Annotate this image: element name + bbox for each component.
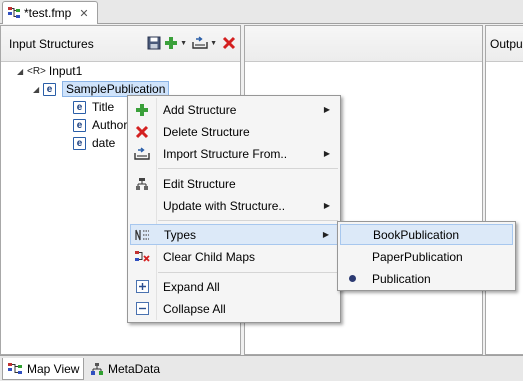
submenu-item-paperpublication[interactable]: PaperPublication bbox=[340, 246, 513, 267]
element-icon: e bbox=[73, 118, 86, 132]
menu-item-import-structure[interactable]: Import Structure From.. ▶ bbox=[130, 143, 338, 164]
panel-header: Outpu bbox=[486, 26, 523, 62]
menu-item-label: Publication bbox=[372, 271, 431, 286]
tab-metadata[interactable]: MetaData bbox=[86, 358, 164, 380]
collapse-arrow-icon[interactable]: ◢ bbox=[33, 85, 43, 94]
menu-separator bbox=[158, 272, 338, 273]
menu-item-add-structure[interactable]: Add Structure ▶ bbox=[130, 99, 338, 120]
tree-row-title[interactable]: e Title bbox=[73, 98, 114, 116]
delete-icon[interactable] bbox=[222, 36, 236, 50]
menu-item-label: PaperPublication bbox=[372, 249, 463, 264]
map-file-icon bbox=[8, 7, 20, 18]
panel-title: Outpu bbox=[490, 36, 523, 51]
close-icon[interactable]: ✕ bbox=[79, 7, 88, 20]
submenu-arrow-icon: ▶ bbox=[322, 230, 329, 239]
submenu-arrow-icon: ▶ bbox=[323, 201, 330, 210]
tree-label: date bbox=[92, 136, 116, 150]
edit-structure-icon bbox=[136, 177, 148, 190]
import-icon[interactable] bbox=[192, 36, 208, 50]
tree-row-date[interactable]: e date bbox=[73, 134, 115, 152]
types-submenu: BookPublication PaperPublication Publica… bbox=[337, 221, 516, 291]
submenu-arrow-icon: ▶ bbox=[323, 149, 330, 158]
tree-row-input1[interactable]: ◢ <R> Input1 bbox=[17, 62, 82, 80]
map-view-icon bbox=[8, 362, 22, 374]
panel-toolbar: ▼ ▼ bbox=[147, 36, 236, 50]
menu-item-update-with-structure[interactable]: Update with Structure.. ▶ bbox=[130, 195, 338, 216]
menu-item-label: Edit Structure bbox=[163, 176, 236, 191]
menu-item-label: Update with Structure.. bbox=[163, 198, 286, 213]
element-icon: e bbox=[73, 100, 86, 114]
collapse-all-icon bbox=[135, 302, 149, 315]
root-badge-icon: <R> bbox=[27, 65, 46, 77]
panel-title: Input Structures bbox=[9, 36, 94, 51]
tab-label: MetaData bbox=[108, 362, 161, 376]
add-icon bbox=[136, 103, 148, 116]
submenu-arrow-icon: ▶ bbox=[323, 105, 330, 114]
menu-item-label: BookPublication bbox=[373, 227, 460, 242]
chevron-down-icon[interactable]: ▼ bbox=[180, 40, 187, 47]
editor-tab-title: *test.fmp bbox=[24, 6, 72, 20]
menu-item-label: Expand All bbox=[163, 279, 220, 294]
element-icon: e bbox=[73, 136, 86, 150]
metadata-icon bbox=[91, 363, 103, 375]
bottom-tab-bar: Map View MetaData bbox=[0, 355, 523, 381]
menu-item-label: Delete Structure bbox=[163, 124, 250, 139]
delete-icon bbox=[135, 125, 149, 138]
editor-tab-strip: *test.fmp ✕ bbox=[0, 0, 523, 24]
chevron-down-icon[interactable]: ▼ bbox=[210, 40, 217, 47]
output-structures-panel: Outpu bbox=[485, 25, 523, 355]
menu-item-label: Add Structure bbox=[163, 102, 237, 117]
menu-item-label: Types bbox=[164, 227, 197, 242]
menu-separator bbox=[158, 220, 338, 221]
panel-header bbox=[245, 26, 482, 62]
menu-item-label: Clear Child Maps bbox=[163, 249, 256, 264]
tree-label: Input1 bbox=[48, 64, 83, 78]
add-icon[interactable] bbox=[164, 36, 178, 50]
editor-tab[interactable]: *test.fmp ✕ bbox=[2, 1, 98, 24]
submenu-item-bookpublication[interactable]: BookPublication bbox=[340, 224, 513, 245]
tree-label: Author bbox=[92, 118, 128, 132]
tab-map-view[interactable]: Map View bbox=[2, 358, 85, 380]
element-icon: e bbox=[43, 82, 56, 96]
submenu-item-publication[interactable]: Publication bbox=[340, 268, 513, 289]
menu-item-types[interactable]: Types ▶ bbox=[130, 224, 338, 245]
collapse-arrow-icon[interactable]: ◢ bbox=[17, 67, 27, 76]
menu-item-expand-all[interactable]: Expand All bbox=[130, 276, 338, 297]
menu-item-edit-structure[interactable]: Edit Structure bbox=[130, 173, 338, 194]
menu-separator bbox=[158, 168, 338, 169]
context-menu: Add Structure ▶ Delete Structure Import … bbox=[127, 95, 341, 323]
clear-maps-icon bbox=[135, 250, 150, 262]
radio-selected-icon bbox=[348, 275, 356, 282]
types-icon bbox=[135, 229, 149, 240]
expand-all-icon bbox=[135, 280, 149, 293]
menu-item-collapse-all[interactable]: Collapse All bbox=[130, 298, 338, 319]
menu-item-delete-structure[interactable]: Delete Structure bbox=[130, 121, 338, 142]
import-icon bbox=[134, 146, 150, 160]
tab-label: Map View bbox=[27, 361, 80, 376]
tree-label: Title bbox=[92, 100, 115, 114]
menu-item-clear-child-maps[interactable]: Clear Child Maps bbox=[130, 246, 338, 267]
menu-item-label: Import Structure From.. bbox=[163, 146, 288, 161]
tree-row-author[interactable]: e Author bbox=[73, 116, 127, 134]
save-icon[interactable] bbox=[147, 36, 161, 50]
menu-item-label: Collapse All bbox=[163, 301, 226, 316]
